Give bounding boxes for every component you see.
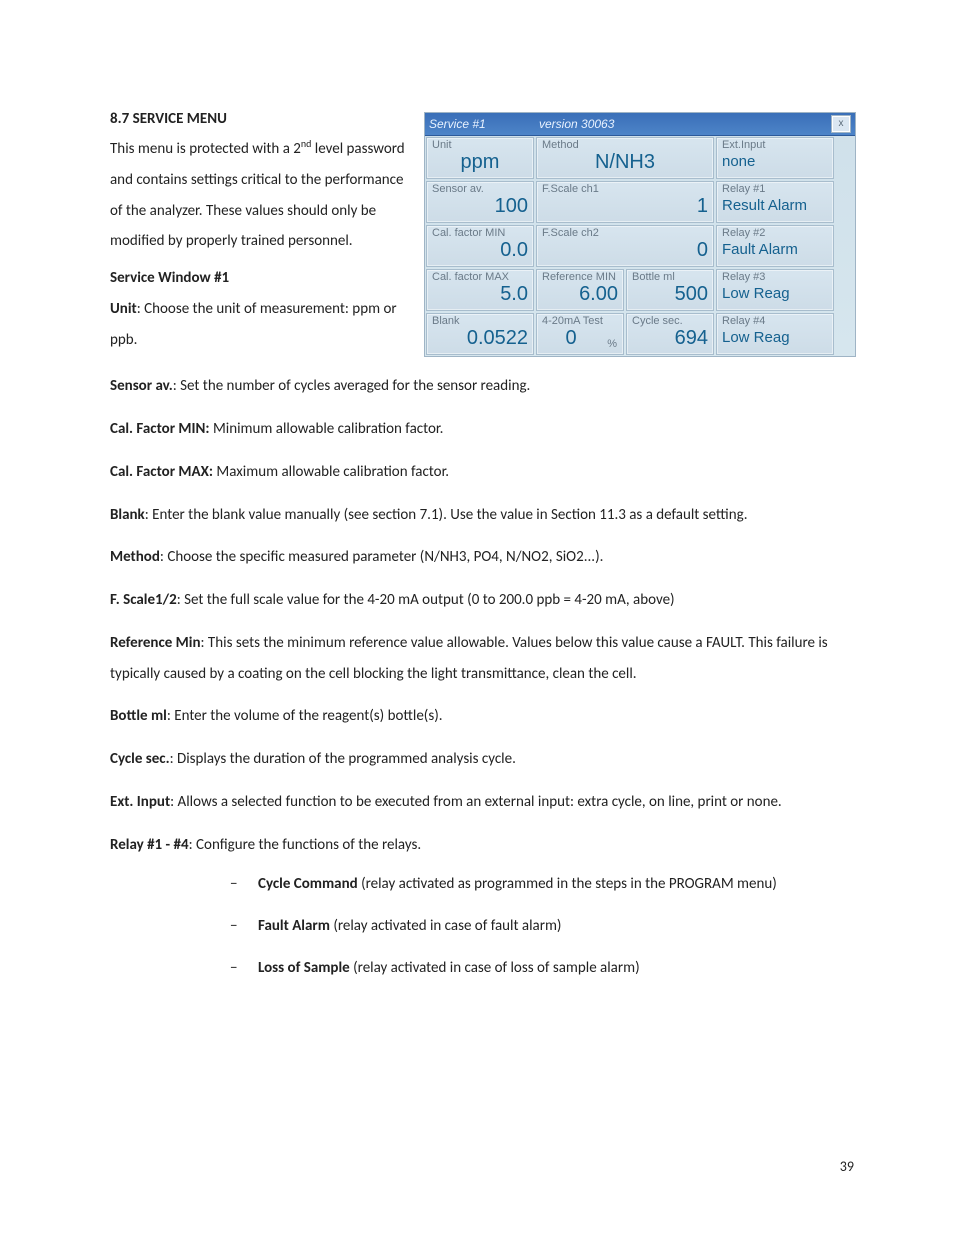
def-sensor-av: Sensor av.: Set the number of cycles ave…: [110, 371, 854, 402]
cell-fscale-ch1[interactable]: F.Scale ch1 1: [536, 181, 714, 223]
cell-ext-input[interactable]: Ext.Input none: [716, 137, 834, 179]
service-window-screenshot: Service #1 version 30063 x Unit ppm Meth…: [424, 112, 854, 357]
def-blank: Blank: Enter the blank value manually (s…: [110, 500, 854, 531]
def-method: Method: Choose the specific measured par…: [110, 542, 854, 573]
def-cal-factor-max: Cal. Factor MAX: Maximum allowable calib…: [110, 457, 854, 488]
percent-icon: %: [607, 338, 617, 350]
def-bottle-ml: Bottle ml: Enter the volume of the reage…: [110, 701, 854, 732]
cell-cal-factor-min[interactable]: Cal. factor MIN 0.0: [426, 225, 534, 267]
cell-reference-min[interactable]: Reference MIN 6.00: [536, 269, 624, 311]
dash-icon: −: [230, 956, 258, 980]
cell-cycle-sec[interactable]: Cycle sec. 694: [626, 313, 714, 355]
def-fscale: F. Scale1/2: Set the full scale value fo…: [110, 585, 854, 616]
list-item: − Cycle Command (relay activated as prog…: [230, 872, 854, 896]
page-number: 39: [840, 1158, 854, 1175]
relay-functions-list: − Cycle Command (relay activated as prog…: [230, 872, 854, 980]
cell-bottle-ml[interactable]: Bottle ml 500: [626, 269, 714, 311]
window-titlebar: Service #1 version 30063 x: [425, 113, 855, 136]
dash-icon: −: [230, 872, 258, 896]
def-reference-min: Reference Min: This sets the minimum ref…: [110, 628, 854, 690]
cell-blank[interactable]: Blank 0.0522: [426, 313, 534, 355]
cell-relay-3[interactable]: Relay #3 Low Reag: [716, 269, 834, 311]
close-icon[interactable]: x: [831, 115, 851, 133]
window-title: Service #1: [429, 117, 539, 131]
def-cycle-sec: Cycle sec.: Displays the duration of the…: [110, 744, 854, 775]
cell-sensor-av[interactable]: Sensor av. 100: [426, 181, 534, 223]
def-relay: Relay #1 - #4: Configure the functions o…: [110, 830, 854, 861]
cell-relay-2[interactable]: Relay #2 Fault Alarm: [716, 225, 834, 267]
cell-method[interactable]: Method N/NH3: [536, 137, 714, 179]
cell-relay-1[interactable]: Relay #1 Result Alarm: [716, 181, 834, 223]
cell-relay-4[interactable]: Relay #4 Low Reag: [716, 313, 834, 355]
cell-fscale-ch2[interactable]: F.Scale ch2 0: [536, 225, 714, 267]
dash-icon: −: [230, 914, 258, 938]
list-item: − Fault Alarm (relay activated in case o…: [230, 914, 854, 938]
cell-unit[interactable]: Unit ppm: [426, 137, 534, 179]
def-cal-factor-min: Cal. Factor MIN: Minimum allowable calib…: [110, 414, 854, 445]
window-version: version 30063: [539, 117, 831, 131]
list-item: − Loss of Sample (relay activated in cas…: [230, 956, 854, 980]
def-ext-input: Ext. Input: Allows a selected function t…: [110, 787, 854, 818]
cell-cal-factor-max[interactable]: Cal. factor MAX 5.0: [426, 269, 534, 311]
cell-420ma-test[interactable]: 4-20mA Test 0 %: [536, 313, 624, 355]
